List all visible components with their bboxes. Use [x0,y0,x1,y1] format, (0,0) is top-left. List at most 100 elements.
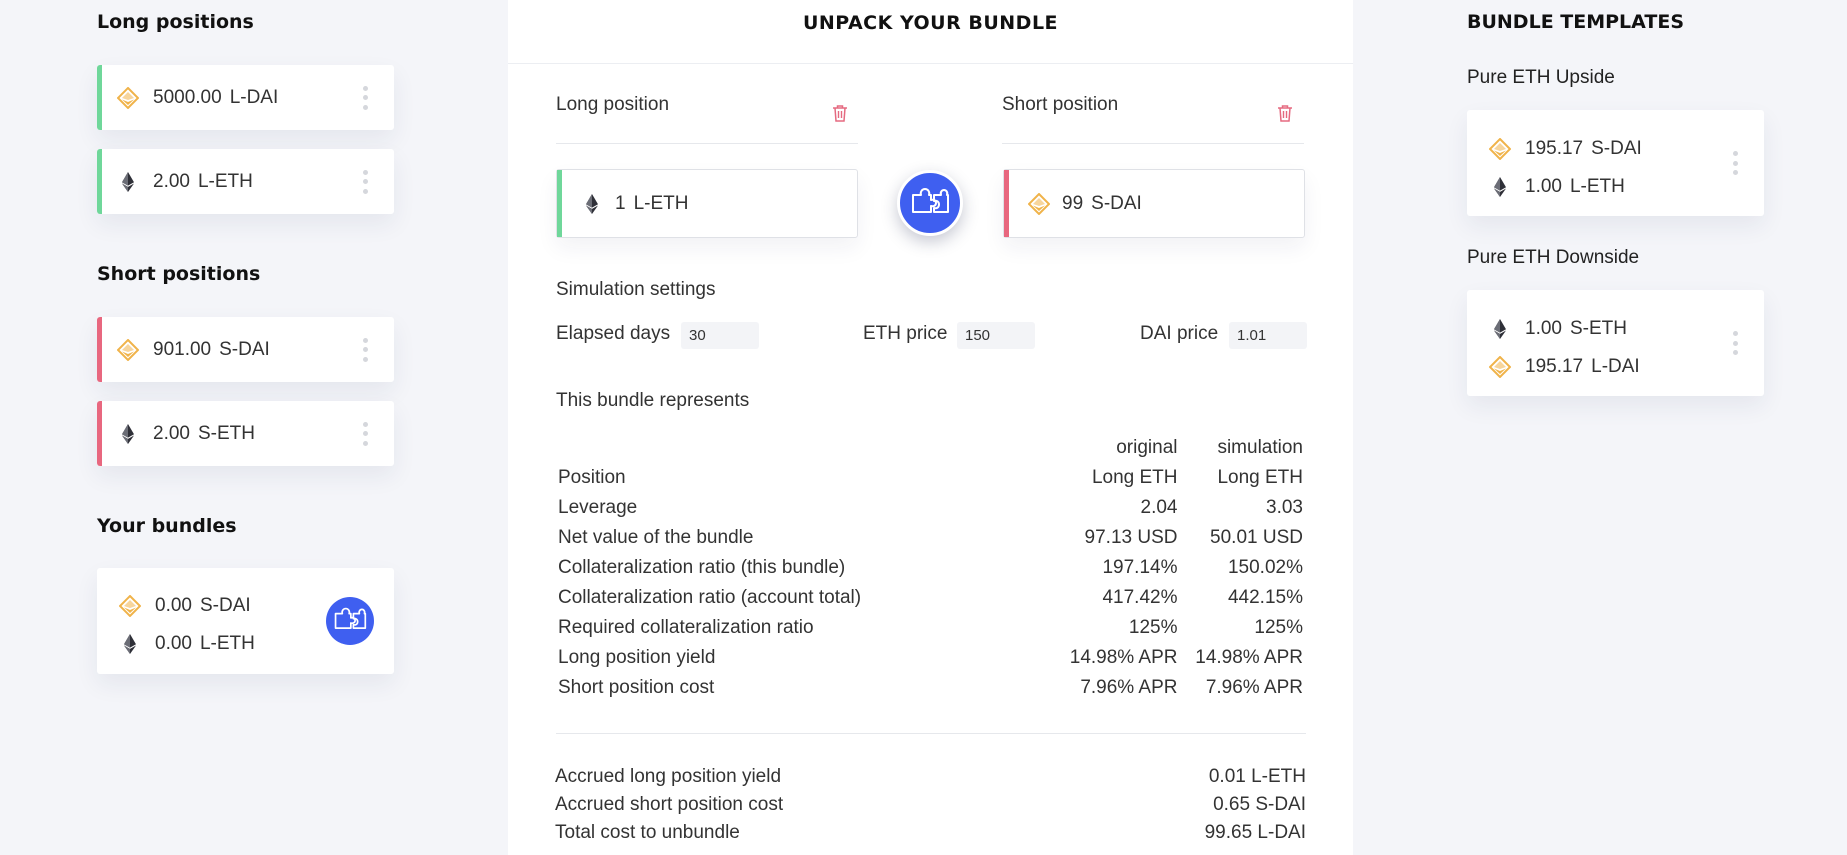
accrued-label: Total cost to unbundle [555,822,740,843]
bundle-symbol: S-DAI [199,595,251,616]
more-menu-icon[interactable] [362,85,368,110]
column-header-original: original [1116,437,1178,458]
template-name: Pure ETH Downside [1467,247,1640,268]
unpack-bundle-panel: UNPACK YOUR BUNDLE Long position Short p… [508,0,1353,855]
accrued-label: Accrued long position yield [555,766,782,787]
table-header-empty [555,433,1055,463]
simulation-value: Long ETH [1217,467,1303,488]
short-position-slot[interactable]: 99 S-DAI [1003,169,1305,238]
short-indicator-bar [97,317,102,382]
unpack-bundle-button[interactable] [897,170,963,236]
short-indicator-bar [97,401,102,466]
position-symbol: S-DAI [219,338,270,360]
position-amount: 901.00 [153,338,212,360]
long-position-card-l-eth[interactable]: 2.00 L-ETH [97,149,394,214]
dai-icon [1028,192,1050,215]
elapsed-days-input[interactable] [681,322,759,349]
position-amount: 2.00 [153,170,190,192]
accrued-label: Accrued short position cost [555,794,784,815]
short-position-label: Short position [1002,94,1119,115]
template-amount: 1.00 [1525,176,1562,197]
more-menu-icon[interactable] [1732,151,1738,175]
eth-price-label: ETH price [863,323,948,344]
dai-icon [1489,138,1511,160]
divider [1002,143,1304,144]
table-row: Long position yield 14.98% APR 14.98% APR [555,643,1306,673]
dai-icon [1489,356,1511,378]
short-positions-title: Short positions [97,263,261,285]
divider [556,143,858,144]
position-amount: 5000.00 [153,86,222,108]
more-menu-icon[interactable] [1732,331,1738,355]
template-symbol: S-ETH [1569,318,1627,339]
simulation-value: 3.03 [1266,497,1303,518]
long-position-slot[interactable]: 1 L-ETH [556,169,858,238]
simulation-settings-title: Simulation settings [556,279,716,300]
accrued-row: Accrued short position cost 0.65 S-DAI [555,794,1306,816]
bundle-represents-title: This bundle represents [556,390,750,411]
template-amount: 195.17 [1525,138,1584,159]
row-label: Collateralization ratio (account total) [558,587,862,608]
row-label: Position [558,467,626,488]
long-indicator-bar [557,170,562,237]
short-position-card-s-eth[interactable]: 2.00 S-ETH [97,401,394,466]
position-amount: 2.00 [153,422,190,444]
original-value: 97.13 USD [1084,527,1178,548]
accrued-value: 0.65 S-DAI [1213,794,1306,815]
simulation-value: 442.15% [1227,587,1303,608]
template-symbol: S-DAI [1591,138,1642,159]
more-menu-icon[interactable] [362,169,368,194]
simulation-value: 50.01 USD [1210,527,1303,548]
template-name: Pure ETH Upside [1467,67,1615,88]
dai-icon [117,86,139,109]
divider [556,733,1306,734]
bundle-summary-table: original simulation Position Long ETH Long… [555,433,1306,703]
accrued-row: Accrued long position yield 0.01 L-ETH [555,766,1306,788]
original-value: 125% [1128,617,1178,638]
original-value: 2.04 [1140,497,1178,518]
puzzle-icon [910,186,950,221]
eth-icon [581,193,603,215]
row-label: Short position cost [558,677,715,698]
more-menu-icon[interactable] [362,421,368,446]
trash-icon[interactable] [1277,104,1293,122]
template-symbol: L-DAI [1591,356,1640,377]
bundle-symbol: L-ETH [199,633,255,654]
table-row: Short position cost 7.96% APR 7.96% APR [555,673,1306,703]
row-label: Required collateralization ratio [558,617,814,638]
bundle-card[interactable]: 0.00 S-DAI 0.00 L-ETH [97,568,394,674]
dai-price-label: DAI price [1140,323,1219,344]
template-amount: 1.00 [1525,318,1562,339]
eth-icon [117,171,139,193]
page-title: UNPACK YOUR BUNDLE [802,12,1059,34]
original-value: Long ETH [1091,467,1178,488]
table-row: Collateralization ratio (this bundle) 197… [555,553,1306,583]
short-position-card-s-dai[interactable]: 901.00 S-DAI [97,317,394,382]
slot-amount: 99 [1062,192,1084,214]
position-symbol: S-ETH [197,422,255,444]
dai-price-input[interactable] [1229,322,1307,349]
accrued-row: Total cost to unbundle 99.65 L-DAI [555,822,1306,844]
row-label: Long position yield [558,647,716,668]
position-symbol: L-ETH [197,170,253,192]
template-card-eth-upside[interactable]: 195.17 S-DAI 1.00 L-ETH [1467,110,1764,216]
unpack-bundle-button[interactable] [326,597,374,645]
table-row: Required collateralization ratio 125% 125% [555,613,1306,643]
table-header-row: original simulation [555,433,1306,463]
long-position-card-l-dai[interactable]: 5000.00 L-DAI [97,65,394,130]
position-symbol: L-DAI [229,86,279,108]
trash-icon[interactable] [832,104,848,122]
simulation-value: 7.96% APR [1205,677,1303,698]
eth-price-input[interactable] [957,322,1035,349]
row-label: Collateralization ratio (this bundle) [558,557,846,578]
eth-icon [117,423,139,445]
table-row: Collateralization ratio (account total) 4… [555,583,1306,613]
template-card-eth-downside[interactable]: 1.00 S-ETH 195.17 L-DAI [1467,290,1764,396]
row-label: Net value of the bundle [558,527,754,548]
more-menu-icon[interactable] [362,337,368,362]
long-position-label: Long position [556,94,670,115]
bundle-templates-title: BUNDLE TEMPLATES [1467,11,1685,33]
slot-amount: 1 [615,192,626,214]
bundle-amount: 0.00 [155,595,192,616]
template-symbol: L-ETH [1569,176,1625,197]
